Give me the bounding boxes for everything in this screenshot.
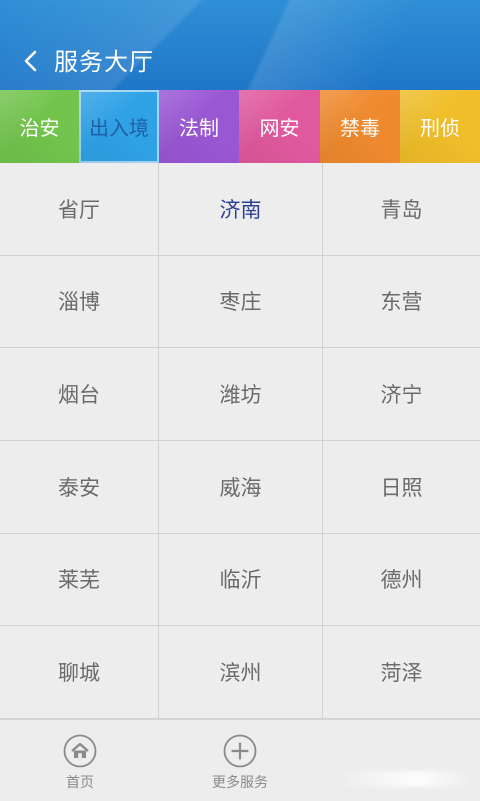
app-header: 服务大厅 (0, 0, 480, 90)
region-item[interactable]: 省厅 (0, 163, 159, 256)
tab-zhian[interactable]: 治安 (0, 90, 79, 163)
tab-jindu[interactable]: 禁毒 (320, 90, 400, 163)
tab-fazhi[interactable]: 法制 (159, 90, 239, 163)
region-item[interactable]: 枣庄 (159, 255, 323, 349)
tab-label: 禁毒 (340, 116, 380, 140)
region-item[interactable]: 烟台 (0, 348, 159, 441)
tab-churujing[interactable]: 出入境 (79, 90, 159, 163)
region-item[interactable]: 淄博 (0, 255, 159, 349)
tab-label: 网安 (259, 116, 300, 140)
region-grid: 省厅 济南 青岛 淄博 枣庄 东营 烟台 潍坊 济宁 泰安 威海 日照 莱芜 临… (0, 163, 480, 719)
tab-label: 刑侦 (420, 116, 460, 140)
region-item[interactable]: 菏泽 (323, 626, 480, 719)
plus-circle-icon (223, 734, 257, 768)
region-item[interactable]: 滨州 (159, 626, 323, 719)
region-item[interactable]: 威海 (159, 440, 323, 534)
region-item[interactable]: 日照 (323, 440, 480, 534)
region-item[interactable]: 聊城 (0, 626, 159, 719)
region-item[interactable]: 东营 (323, 255, 480, 349)
region-item[interactable]: 临沂 (159, 533, 323, 627)
region-item[interactable]: 青岛 (323, 163, 480, 256)
decorative-highlight (334, 771, 474, 787)
nav-label: 首页 (66, 775, 94, 791)
nav-more-services[interactable]: 更多服务 (160, 720, 320, 801)
home-icon (63, 734, 97, 768)
region-item[interactable]: 济宁 (323, 348, 480, 441)
nav-home[interactable]: 首页 (0, 720, 160, 801)
category-tabs: 治安 出入境 法制 网安 禁毒 刑侦 (0, 90, 480, 163)
page-title: 服务大厅 (54, 48, 154, 76)
region-item[interactable]: 莱芜 (0, 533, 159, 627)
region-item[interactable]: 泰安 (0, 440, 159, 534)
tab-xingzhen[interactable]: 刑侦 (400, 90, 480, 163)
region-item[interactable]: 济南 (159, 163, 323, 256)
bottom-navigation: 首页 更多服务 (0, 719, 480, 801)
region-item[interactable]: 潍坊 (159, 348, 323, 441)
tab-label: 法制 (179, 116, 219, 140)
tab-label: 治安 (19, 116, 60, 140)
region-item[interactable]: 德州 (323, 533, 480, 627)
tab-label: 出入境 (89, 116, 149, 140)
nav-label: 更多服务 (212, 775, 268, 791)
tab-wangan[interactable]: 网安 (239, 90, 320, 163)
chevron-left-icon[interactable] (20, 50, 42, 72)
